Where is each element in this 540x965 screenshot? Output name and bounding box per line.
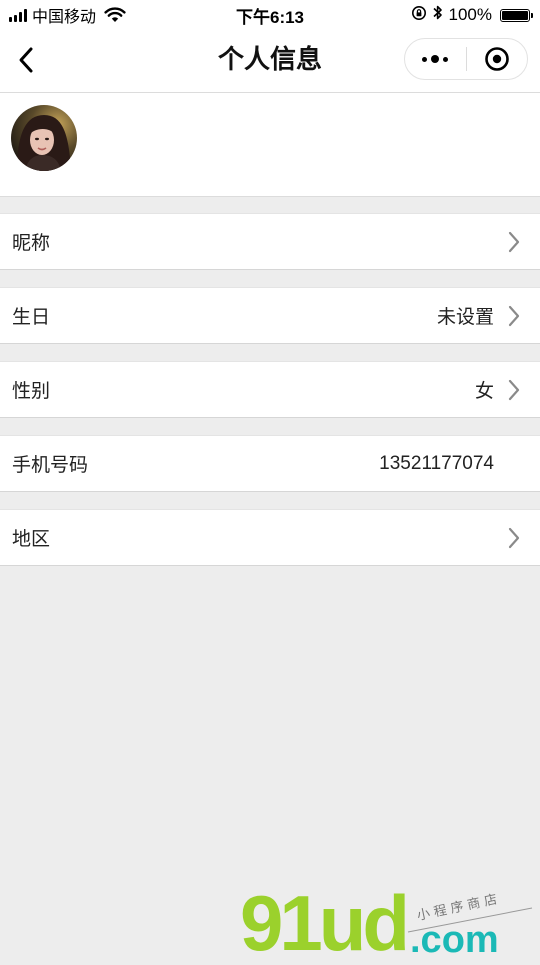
status-bar: 中国移动 下午6:13 100%: [0, 0, 540, 30]
chevron-right-icon: [508, 305, 520, 327]
more-dots-icon: [422, 55, 449, 63]
battery-fill: [502, 10, 528, 20]
row-label: 地区: [12, 529, 51, 550]
row-gender[interactable]: 性别 女: [0, 361, 540, 418]
orientation-lock-icon: [411, 5, 427, 26]
row-value: 13521177074: [379, 452, 494, 474]
row-nickname[interactable]: 昵称: [0, 213, 540, 270]
row-phone: 手机号码 13521177074: [0, 435, 540, 492]
battery-icon: [500, 8, 533, 22]
watermark-logo-text: 91ud: [240, 880, 406, 960]
row-value: 未设置: [436, 307, 494, 328]
target-close-icon: [484, 47, 509, 71]
wifi-icon: [104, 7, 126, 23]
row-label: 手机号码: [12, 455, 89, 476]
chevron-right-icon: [508, 231, 520, 253]
signal-icon: [9, 8, 27, 22]
row-label: 昵称: [12, 233, 51, 254]
row-region[interactable]: 地区: [0, 509, 540, 566]
close-button[interactable]: [467, 39, 528, 79]
chevron-right-icon: [508, 379, 520, 401]
carrier-name: 中国移动: [32, 9, 97, 26]
battery-percent: 100%: [448, 5, 492, 24]
navigation-bar: 个人信息: [0, 30, 540, 93]
watermark-domain: .com: [410, 919, 499, 960]
user-avatar[interactable]: [11, 105, 77, 171]
row-label: 生日: [12, 307, 51, 328]
avatar-section: [0, 93, 540, 197]
chevron-right-icon: [508, 527, 520, 549]
row-label: 性别: [12, 381, 51, 402]
mini-program-capsule: [404, 38, 528, 80]
row-birthday[interactable]: 生日 未设置: [0, 287, 540, 344]
bluetooth-icon: [432, 4, 443, 26]
row-value: 女: [474, 381, 494, 402]
status-left: 中国移动: [0, 3, 126, 27]
more-button[interactable]: [405, 39, 466, 79]
watermark-logo: 91ud .com 小 程 序 商 店: [238, 879, 538, 965]
status-right: 100%: [411, 0, 533, 30]
